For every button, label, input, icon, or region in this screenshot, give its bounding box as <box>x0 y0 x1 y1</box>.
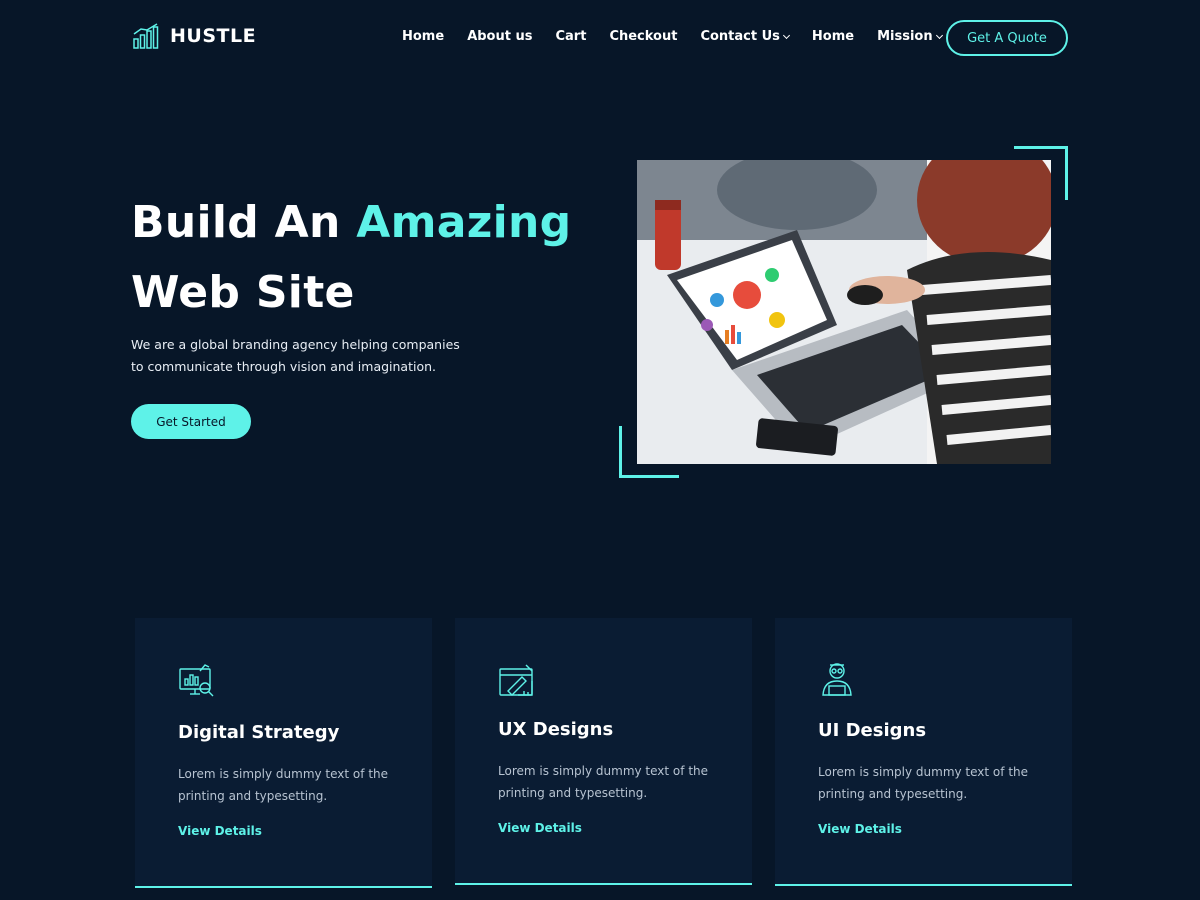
hero-photo-illustration <box>637 160 1051 464</box>
nav-item-label: Cart <box>555 29 587 44</box>
view-details-link[interactable]: View Details <box>498 821 582 835</box>
service-card-title: UX Designs <box>498 719 614 740</box>
nav-item-label: Contact Us <box>700 29 780 44</box>
service-card-text: Lorem is simply dummy text of the printi… <box>178 767 389 803</box>
hero-title-accent: Amazing <box>356 197 572 248</box>
nav-item-about-us[interactable]: About us <box>467 29 532 44</box>
analytics-monitor-icon <box>178 661 216 699</box>
get-a-quote-button[interactable]: Get A Quote <box>946 20 1068 56</box>
nav-item-label: Checkout <box>609 29 678 44</box>
get-started-button[interactable]: Get Started <box>131 404 251 439</box>
nav-item-contact-us[interactable]: Contact Us <box>700 29 790 44</box>
hero-title: Build An Amazing Web Site <box>131 188 571 328</box>
service-card-title: UI Designs <box>818 720 927 741</box>
nav-item-checkout[interactable]: Checkout <box>609 29 677 44</box>
nav-item-mission[interactable]: Mission <box>877 29 943 44</box>
service-card-text: Lorem is simply dummy text of the printi… <box>818 765 1029 801</box>
nav-item-label: Home <box>402 29 445 44</box>
nav-item-home-2[interactable]: Home <box>812 29 854 44</box>
hero-image <box>637 160 1051 464</box>
service-card-title: Digital Strategy <box>178 722 340 743</box>
service-card-text: Lorem is simply dummy text of the printi… <box>498 764 709 800</box>
nav-item-home[interactable]: Home <box>402 29 444 44</box>
service-card: UX Designs Lorem is simply dummy text of… <box>455 618 752 885</box>
view-details-link[interactable]: View Details <box>178 824 262 838</box>
view-details-link[interactable]: View Details <box>818 822 902 836</box>
hero-title-line2: Web Site <box>131 267 355 318</box>
bar-chart-icon <box>133 23 159 49</box>
nav-item-label: Home <box>811 29 855 44</box>
main-nav: Home About us Cart Checkout Contact Us H… <box>402 29 943 44</box>
design-blueprint-icon <box>498 661 536 699</box>
nav-item-cart[interactable]: Cart <box>555 29 586 44</box>
brand-logo[interactable]: HUSTLE <box>132 22 256 50</box>
service-card: Digital Strategy Lorem is simply dummy t… <box>135 618 432 888</box>
site-header: HUSTLE Home About us Cart Checkout Conta… <box>0 0 1200 76</box>
designer-person-icon <box>818 661 856 699</box>
hero-title-part1: Build An <box>131 197 341 248</box>
nav-item-label: About us <box>467 29 533 44</box>
brand-name: HUSTLE <box>170 25 257 47</box>
service-card: UI Designs Lorem is simply dummy text of… <box>775 618 1072 886</box>
hero-description: We are a global branding agency helping … <box>131 337 460 374</box>
chevron-down-icon <box>935 31 943 39</box>
chevron-down-icon <box>782 31 790 39</box>
nav-item-label: Mission <box>877 29 933 44</box>
